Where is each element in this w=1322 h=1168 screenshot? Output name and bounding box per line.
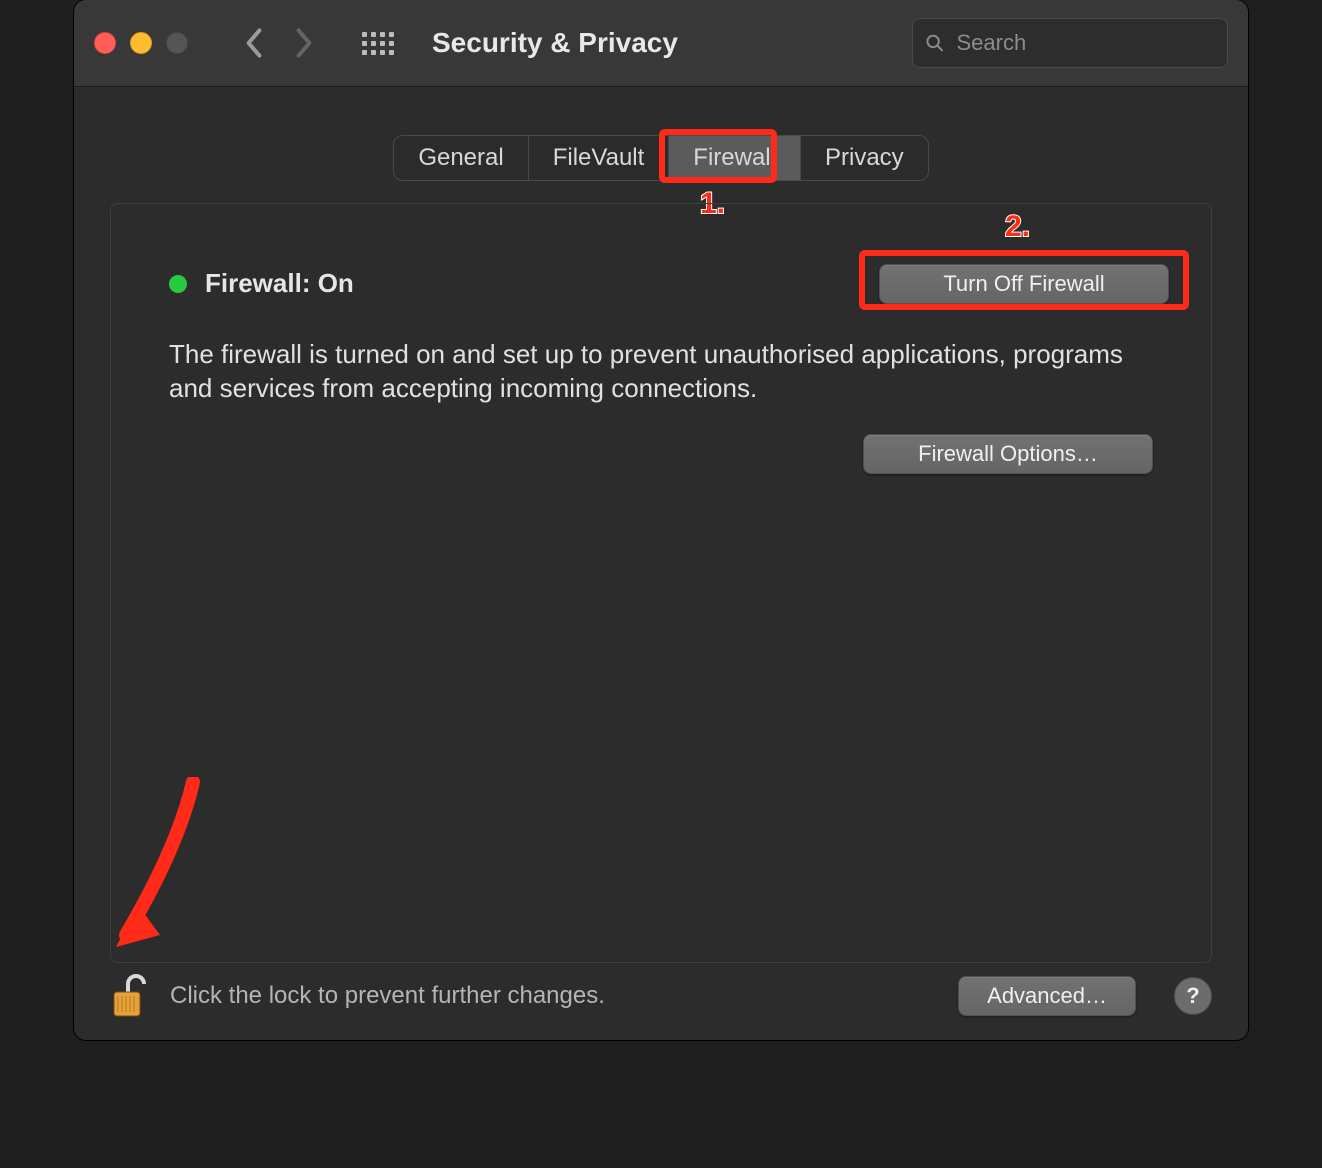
tab-firewall[interactable]: Firewall: [669, 136, 801, 180]
search-field[interactable]: [912, 18, 1228, 68]
content-area: General FileVault Firewall Privacy 1. Fi…: [74, 87, 1248, 1040]
show-all-icon[interactable]: [360, 25, 396, 61]
firewall-panel: Firewall: On Turn Off Firewall 2. The fi…: [110, 203, 1212, 963]
back-button[interactable]: [234, 23, 274, 63]
lock-button[interactable]: [110, 972, 150, 1020]
firewall-options-button[interactable]: Firewall Options…: [863, 434, 1153, 474]
forward-button[interactable]: [284, 23, 324, 63]
tab-filevault[interactable]: FileVault: [529, 136, 670, 180]
window-title: Security & Privacy: [432, 27, 678, 59]
firewall-status-label: Firewall: On: [205, 268, 354, 299]
close-window-button[interactable]: [94, 32, 116, 54]
annotation-label-2: 2.: [1005, 210, 1030, 244]
tab-general[interactable]: General: [394, 136, 528, 180]
turn-off-firewall-button[interactable]: Turn Off Firewall: [879, 264, 1169, 304]
preferences-window: Security & Privacy General FileVault Fir…: [74, 0, 1248, 1040]
help-button[interactable]: ?: [1174, 977, 1212, 1015]
tab-privacy[interactable]: Privacy: [801, 136, 928, 180]
window-controls: [94, 32, 188, 54]
search-icon: [925, 32, 944, 54]
footer: Click the lock to prevent further change…: [74, 951, 1248, 1040]
minimize-window-button[interactable]: [130, 32, 152, 54]
nav-arrows: [234, 23, 324, 63]
advanced-button[interactable]: Advanced…: [958, 976, 1136, 1016]
zoom-window-button[interactable]: [166, 32, 188, 54]
lock-hint-text: Click the lock to prevent further change…: [170, 982, 605, 1010]
tab-bar: General FileVault Firewall Privacy: [393, 135, 928, 181]
titlebar: Security & Privacy: [74, 0, 1248, 87]
search-input[interactable]: [954, 29, 1215, 57]
lock-open-icon: [110, 972, 150, 1020]
status-indicator-icon: [169, 275, 187, 293]
firewall-description: The firewall is turned on and set up to …: [169, 337, 1129, 406]
